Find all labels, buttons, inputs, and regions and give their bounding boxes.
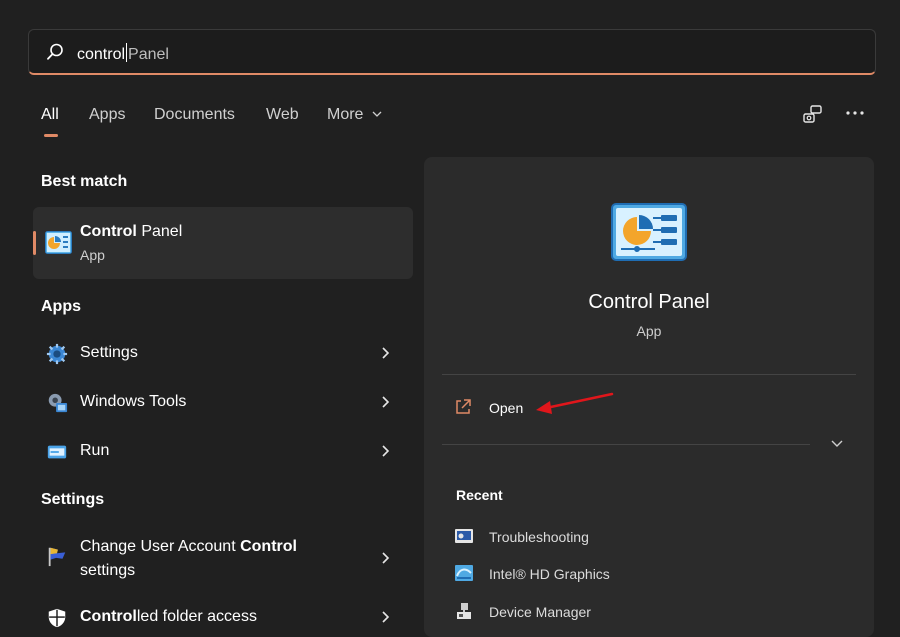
detail-subtitle: App <box>636 323 662 339</box>
intel-graphics-icon <box>455 565 473 581</box>
chevron-right-icon <box>382 611 390 623</box>
run-icon <box>47 445 67 459</box>
uac-flag-icon <box>48 547 66 567</box>
setting-item-label-line2: settings <box>80 562 136 579</box>
shield-icon <box>48 608 66 628</box>
more-options-icon[interactable] <box>844 104 866 126</box>
app-item-windows-tools[interactable]: Windows Tools <box>33 381 413 425</box>
tab-more-label: More <box>327 106 364 123</box>
recent-item-label: Intel® HD Graphics <box>489 566 610 582</box>
detail-title: Control Panel <box>588 291 710 313</box>
share-results-icon[interactable] <box>802 104 824 126</box>
recent-heading: Recent <box>456 487 503 503</box>
best-match-title-rest: Panel <box>136 223 183 240</box>
selection-indicator <box>33 231 36 255</box>
recent-item-label: Troubleshooting <box>489 529 589 545</box>
search-icon <box>47 43 63 60</box>
divider <box>442 444 810 445</box>
troubleshooting-icon <box>455 529 473 543</box>
app-item-run[interactable]: Run <box>33 430 413 474</box>
apps-heading: Apps <box>41 298 81 315</box>
recent-item-device-manager[interactable]: Device Manager <box>454 601 834 625</box>
setting-label-rest: led folder access <box>136 608 257 625</box>
chevron-right-icon <box>382 445 390 457</box>
search-typed-text: control <box>77 46 126 63</box>
recent-item-troubleshooting[interactable]: Troubleshooting <box>454 526 834 550</box>
open-external-icon <box>456 399 471 414</box>
app-item-label: Windows Tools <box>80 393 187 410</box>
search-bar[interactable]: control Panel <box>28 29 876 75</box>
best-match-heading: Best match <box>41 173 128 190</box>
tab-more[interactable]: More <box>327 106 382 124</box>
setting-item-change-uac[interactable]: Change User Account Control settings <box>33 530 413 586</box>
chevron-down-icon <box>372 111 382 117</box>
tab-apps[interactable]: Apps <box>89 106 125 124</box>
best-match-title: Control Panel <box>80 223 182 241</box>
divider <box>442 374 856 375</box>
search-input[interactable]: control Panel <box>77 43 169 64</box>
active-tab-indicator <box>44 134 58 137</box>
best-match-title-bold: Control <box>80 223 137 240</box>
best-match-subtitle: App <box>80 247 105 263</box>
chevron-down-icon[interactable] <box>830 439 844 449</box>
search-suggestion-text: Panel <box>128 46 169 63</box>
device-manager-icon <box>457 603 471 619</box>
settings-heading: Settings <box>41 491 105 508</box>
recent-item-label: Device Manager <box>489 604 591 620</box>
setting-label-bold: Control <box>80 608 137 625</box>
tab-all[interactable]: All <box>41 106 59 124</box>
setting-label-pre: Change User Account <box>80 538 241 555</box>
tab-documents[interactable]: Documents <box>154 106 235 124</box>
app-item-settings[interactable]: Settings <box>33 332 413 376</box>
control-panel-large-icon <box>611 203 687 261</box>
detail-panel: Control Panel App Open Recent Troublesho… <box>424 157 874 637</box>
settings-gear-icon <box>46 343 68 365</box>
setting-label-bold: Control <box>240 538 297 555</box>
tab-web[interactable]: Web <box>266 106 299 124</box>
best-match-control-panel[interactable]: Control Panel App <box>33 207 413 279</box>
recent-item-intel-hd-graphics[interactable]: Intel® HD Graphics <box>454 563 834 587</box>
control-panel-icon <box>45 231 72 254</box>
text-caret <box>126 43 128 62</box>
chevron-right-icon <box>382 347 390 359</box>
setting-item-label: Controlled folder access <box>80 608 257 626</box>
annotation-arrow-icon <box>536 392 614 414</box>
windows-tools-icon <box>48 393 68 413</box>
open-label: Open <box>489 400 524 416</box>
chevron-right-icon <box>382 552 390 564</box>
setting-item-label-line1: Change User Account Control <box>80 538 297 556</box>
app-item-label: Run <box>80 442 110 459</box>
setting-item-controlled-folder-access[interactable]: Controlled folder access <box>33 596 413 637</box>
chevron-right-icon <box>382 396 390 408</box>
app-item-label: Settings <box>80 344 138 361</box>
